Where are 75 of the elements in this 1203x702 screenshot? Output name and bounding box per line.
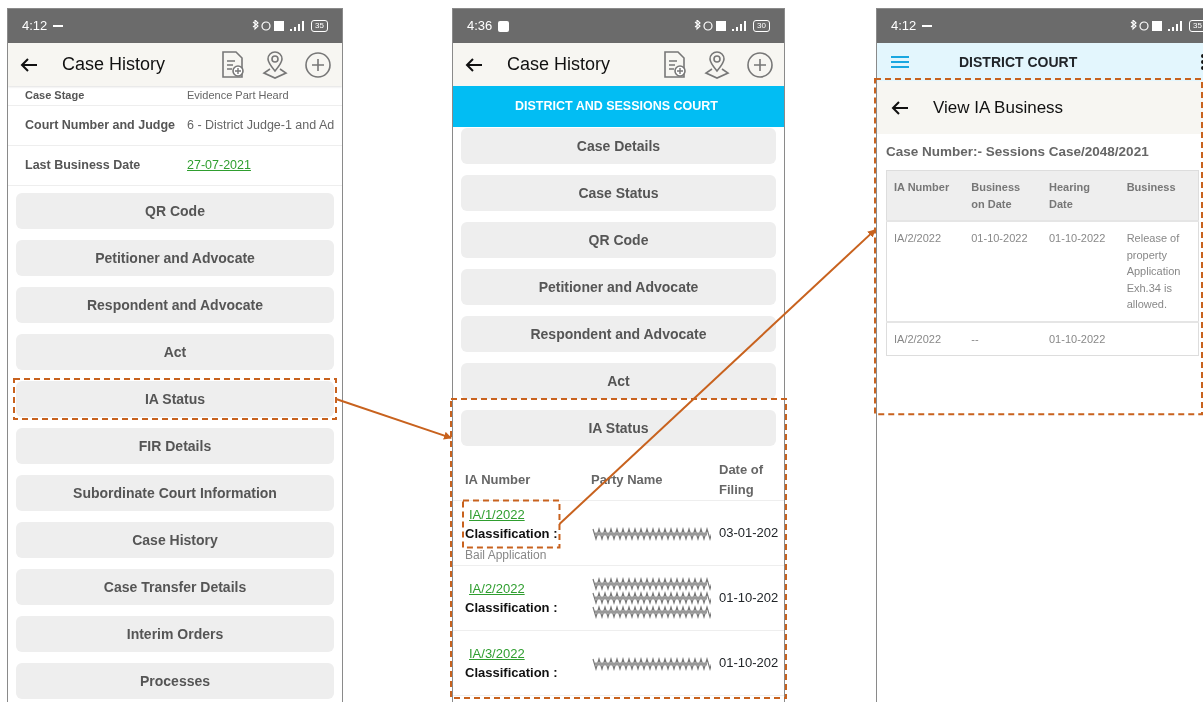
document-add-icon[interactable] — [662, 50, 688, 79]
column-header: IA Number — [465, 470, 532, 489]
screen-title: Case History — [62, 53, 167, 76]
battery-level: 35 — [1189, 20, 1203, 32]
column-header: Business on Date — [964, 170, 1042, 222]
column-header: Hearing Date — [1042, 170, 1120, 222]
classification-label: Classification : — [465, 525, 558, 543]
battery-level: 35 — [311, 20, 328, 32]
location-pin-icon[interactable] — [262, 50, 288, 79]
menu-button[interactable]: Case Transfer Details — [16, 569, 334, 605]
table-cell-text: 01-10-202 — [719, 589, 779, 608]
location-pin-icon[interactable] — [704, 50, 730, 79]
date-link[interactable]: 27-07-2021 — [187, 156, 251, 175]
menu-button[interactable]: Act — [16, 334, 334, 370]
menu-button[interactable]: Case Status — [461, 175, 776, 211]
menu-button[interactable]: Case Details — [461, 128, 776, 164]
back-arrow-icon[interactable] — [20, 56, 38, 73]
add-icon[interactable] — [304, 50, 332, 79]
classification-label: Classification : — [465, 664, 558, 682]
classification-value: Bail Application — [465, 546, 548, 564]
menu-button[interactable]: Petitioner and Advocate — [461, 269, 776, 305]
ia-number-link[interactable]: IA/1/2022 — [465, 504, 537, 524]
table-cell: 01-10-2022 — [1042, 321, 1120, 356]
menu-button[interactable]: Respondent and Advocate — [461, 316, 776, 352]
detail-label: Last Business Date — [25, 157, 142, 175]
notification-dash-icon — [53, 25, 64, 27]
app-title: DISTRICT COURT — [959, 52, 1079, 72]
table-cell: -- — [964, 321, 1042, 356]
back-arrow-icon[interactable] — [465, 56, 483, 73]
column-header: Business — [1119, 170, 1199, 222]
classification-label: Classification : — [465, 599, 558, 617]
table-cell: IA/2/2022 — [886, 321, 965, 356]
menu-button[interactable]: IA Status — [16, 381, 334, 417]
detail-value: Evidence Part Heard — [187, 88, 289, 104]
menu-button[interactable]: FIR Details — [16, 428, 334, 464]
document-add-icon[interactable] — [220, 50, 246, 79]
menu-icon[interactable] — [891, 55, 909, 69]
status-icons-drawing — [1128, 20, 1185, 32]
column-header: IA Number — [886, 170, 965, 222]
table-cell: 01-10-2022 — [964, 221, 1042, 322]
menu-button[interactable]: Act — [461, 363, 776, 399]
notification-dash-icon — [922, 25, 933, 27]
battery-level: 30 — [753, 20, 770, 32]
ia-number-link[interactable]: IA/3/2022 — [465, 643, 537, 663]
table-cell: Release of property Application Exh.34 is allowed. — [1119, 221, 1199, 322]
detail-label: Case Stage — [25, 88, 86, 104]
ia-number-link[interactable]: IA/2/2022 — [465, 578, 537, 598]
table-cell-text: 01-10-202 — [719, 654, 779, 673]
menu-button[interactable]: Processes — [16, 663, 334, 699]
menu-button[interactable]: IA Status — [461, 410, 776, 446]
table-cell-text: 03-01-202 — [719, 524, 779, 543]
menu-button[interactable]: QR Code — [16, 193, 334, 229]
back-arrow-icon[interactable] — [891, 99, 909, 116]
status-time: 4:12 — [22, 17, 48, 36]
menu-button[interactable]: QR Code — [461, 222, 776, 258]
notification-square-icon — [498, 20, 510, 32]
column-header: Date of Filing — [719, 461, 765, 499]
add-icon[interactable] — [746, 50, 774, 79]
detail-label: Court Number and Judge — [25, 117, 176, 135]
table-cell: 01-10-2022 — [1042, 221, 1120, 322]
status-icons-drawing — [250, 20, 307, 32]
screen-title: Case History — [507, 53, 612, 76]
case-number-text: Case Number:- Sessions Case/2048/2021 — [885, 143, 1150, 161]
table-cell: IA/2/2022 — [886, 221, 965, 322]
detail-value: 6 - District Judge-1 and Ad — [187, 117, 335, 135]
court-banner-title: DISTRICT AND SESSIONS COURT — [515, 98, 718, 116]
menu-button[interactable]: Petitioner and Advocate — [16, 240, 334, 276]
screen-title: View IA Business — [933, 96, 1064, 119]
status-time: 4:36 — [467, 17, 493, 36]
menu-button[interactable]: Interim Orders — [16, 616, 334, 652]
menu-button[interactable]: Subordinate Court Information — [16, 475, 334, 511]
menu-button[interactable]: Respondent and Advocate — [16, 287, 334, 323]
menu-button[interactable]: Case History — [16, 522, 334, 558]
status-time: 4:12 — [891, 17, 917, 36]
status-icons-drawing — [692, 20, 749, 32]
